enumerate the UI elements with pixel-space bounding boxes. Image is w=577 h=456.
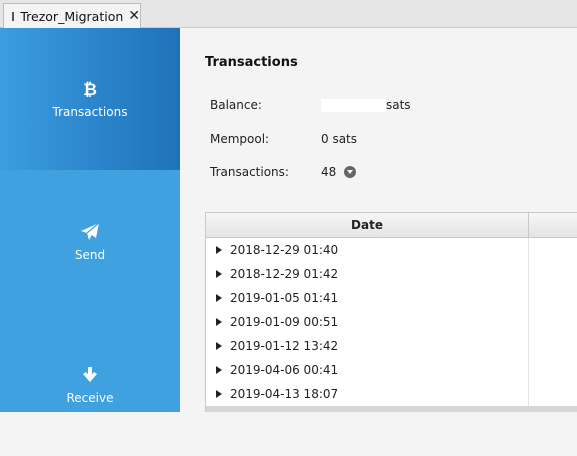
- table-body: 2018-12-29 01:40 2018-12-29 01:42 2019-0…: [206, 238, 577, 412]
- wallet-tab[interactable]: Trezor_Migration ✕: [3, 3, 141, 28]
- sidebar-item-label: Transactions: [52, 105, 128, 119]
- transactions-value: 48: [321, 165, 357, 179]
- redacted-balance: [321, 98, 386, 112]
- row-date: 2018-12-29 01:42: [230, 267, 339, 281]
- download-circle-icon[interactable]: [344, 166, 357, 178]
- transactions-count: 48: [321, 165, 337, 179]
- sidebar: ₿ Transactions Send Receive: [0, 28, 180, 412]
- expand-caret-icon[interactable]: [216, 342, 222, 350]
- wallet-icon: [12, 11, 15, 21]
- table-row[interactable]: 2019-01-12 13:42: [206, 334, 577, 358]
- row-date: 2019-04-13 18:07: [230, 387, 339, 401]
- expand-caret-icon[interactable]: [216, 390, 222, 398]
- expand-caret-icon[interactable]: [216, 270, 222, 278]
- transactions-label: Transactions:: [210, 165, 289, 179]
- table-row[interactable]: 2019-01-05 01:41: [206, 286, 577, 310]
- row-date: 2019-04-06 00:41: [230, 363, 339, 377]
- close-icon[interactable]: ✕: [128, 9, 140, 23]
- table-row[interactable]: 2019-01-09 00:51: [206, 310, 577, 334]
- row-date: 2019-01-05 01:41: [230, 291, 339, 305]
- mempool-label: Mempool:: [210, 132, 270, 146]
- sidebar-item-transactions[interactable]: ₿ Transactions: [0, 28, 180, 170]
- table-row[interactable]: 2018-12-29 01:42: [206, 262, 577, 286]
- table-header: Date: [206, 213, 577, 238]
- table-row[interactable]: 2018-12-29 01:40: [206, 238, 577, 262]
- row-date: 2019-01-09 00:51: [230, 315, 339, 329]
- expand-caret-icon[interactable]: [216, 318, 222, 326]
- sidebar-item-label: Receive: [66, 391, 114, 405]
- expand-caret-icon[interactable]: [216, 294, 222, 302]
- balance-unit: sats: [386, 98, 411, 112]
- expand-caret-icon[interactable]: [216, 246, 222, 254]
- expand-caret-icon[interactable]: [216, 366, 222, 374]
- table-row-partial[interactable]: [206, 406, 577, 412]
- row-date: 2019-01-12 13:42: [230, 339, 339, 353]
- tab-title[interactable]: Trezor_Migration: [20, 9, 123, 24]
- column-header-next[interactable]: [529, 213, 577, 237]
- tab-strip: Trezor_Migration ✕: [0, 0, 577, 28]
- row-date: 2018-12-29 01:40: [230, 243, 339, 257]
- main-panel: Transactions Balance: sats Mempool: 0 sa…: [180, 28, 577, 412]
- mempool-value: 0 sats: [321, 132, 358, 146]
- sidebar-item-label: Send: [74, 248, 106, 262]
- table-row[interactable]: 2019-04-13 18:07: [206, 382, 577, 406]
- sidebar-item-receive[interactable]: Receive: [0, 314, 180, 456]
- column-header-date[interactable]: Date: [206, 213, 529, 237]
- paper-plane-icon: [81, 222, 100, 240]
- arrow-down-icon: [83, 367, 97, 382]
- balance-label: Balance:: [210, 98, 262, 112]
- svg-text:₿: ₿: [83, 80, 97, 99]
- transactions-table: Date 2018-12-29 01:40 2018-12-29 01:42 2…: [205, 212, 577, 412]
- page-title: Transactions: [205, 55, 298, 70]
- balance-value: sats: [321, 98, 411, 112]
- bitcoin-icon: ₿: [83, 80, 97, 99]
- table-row[interactable]: 2019-04-06 00:41: [206, 358, 577, 382]
- sidebar-item-send[interactable]: Send: [0, 171, 180, 313]
